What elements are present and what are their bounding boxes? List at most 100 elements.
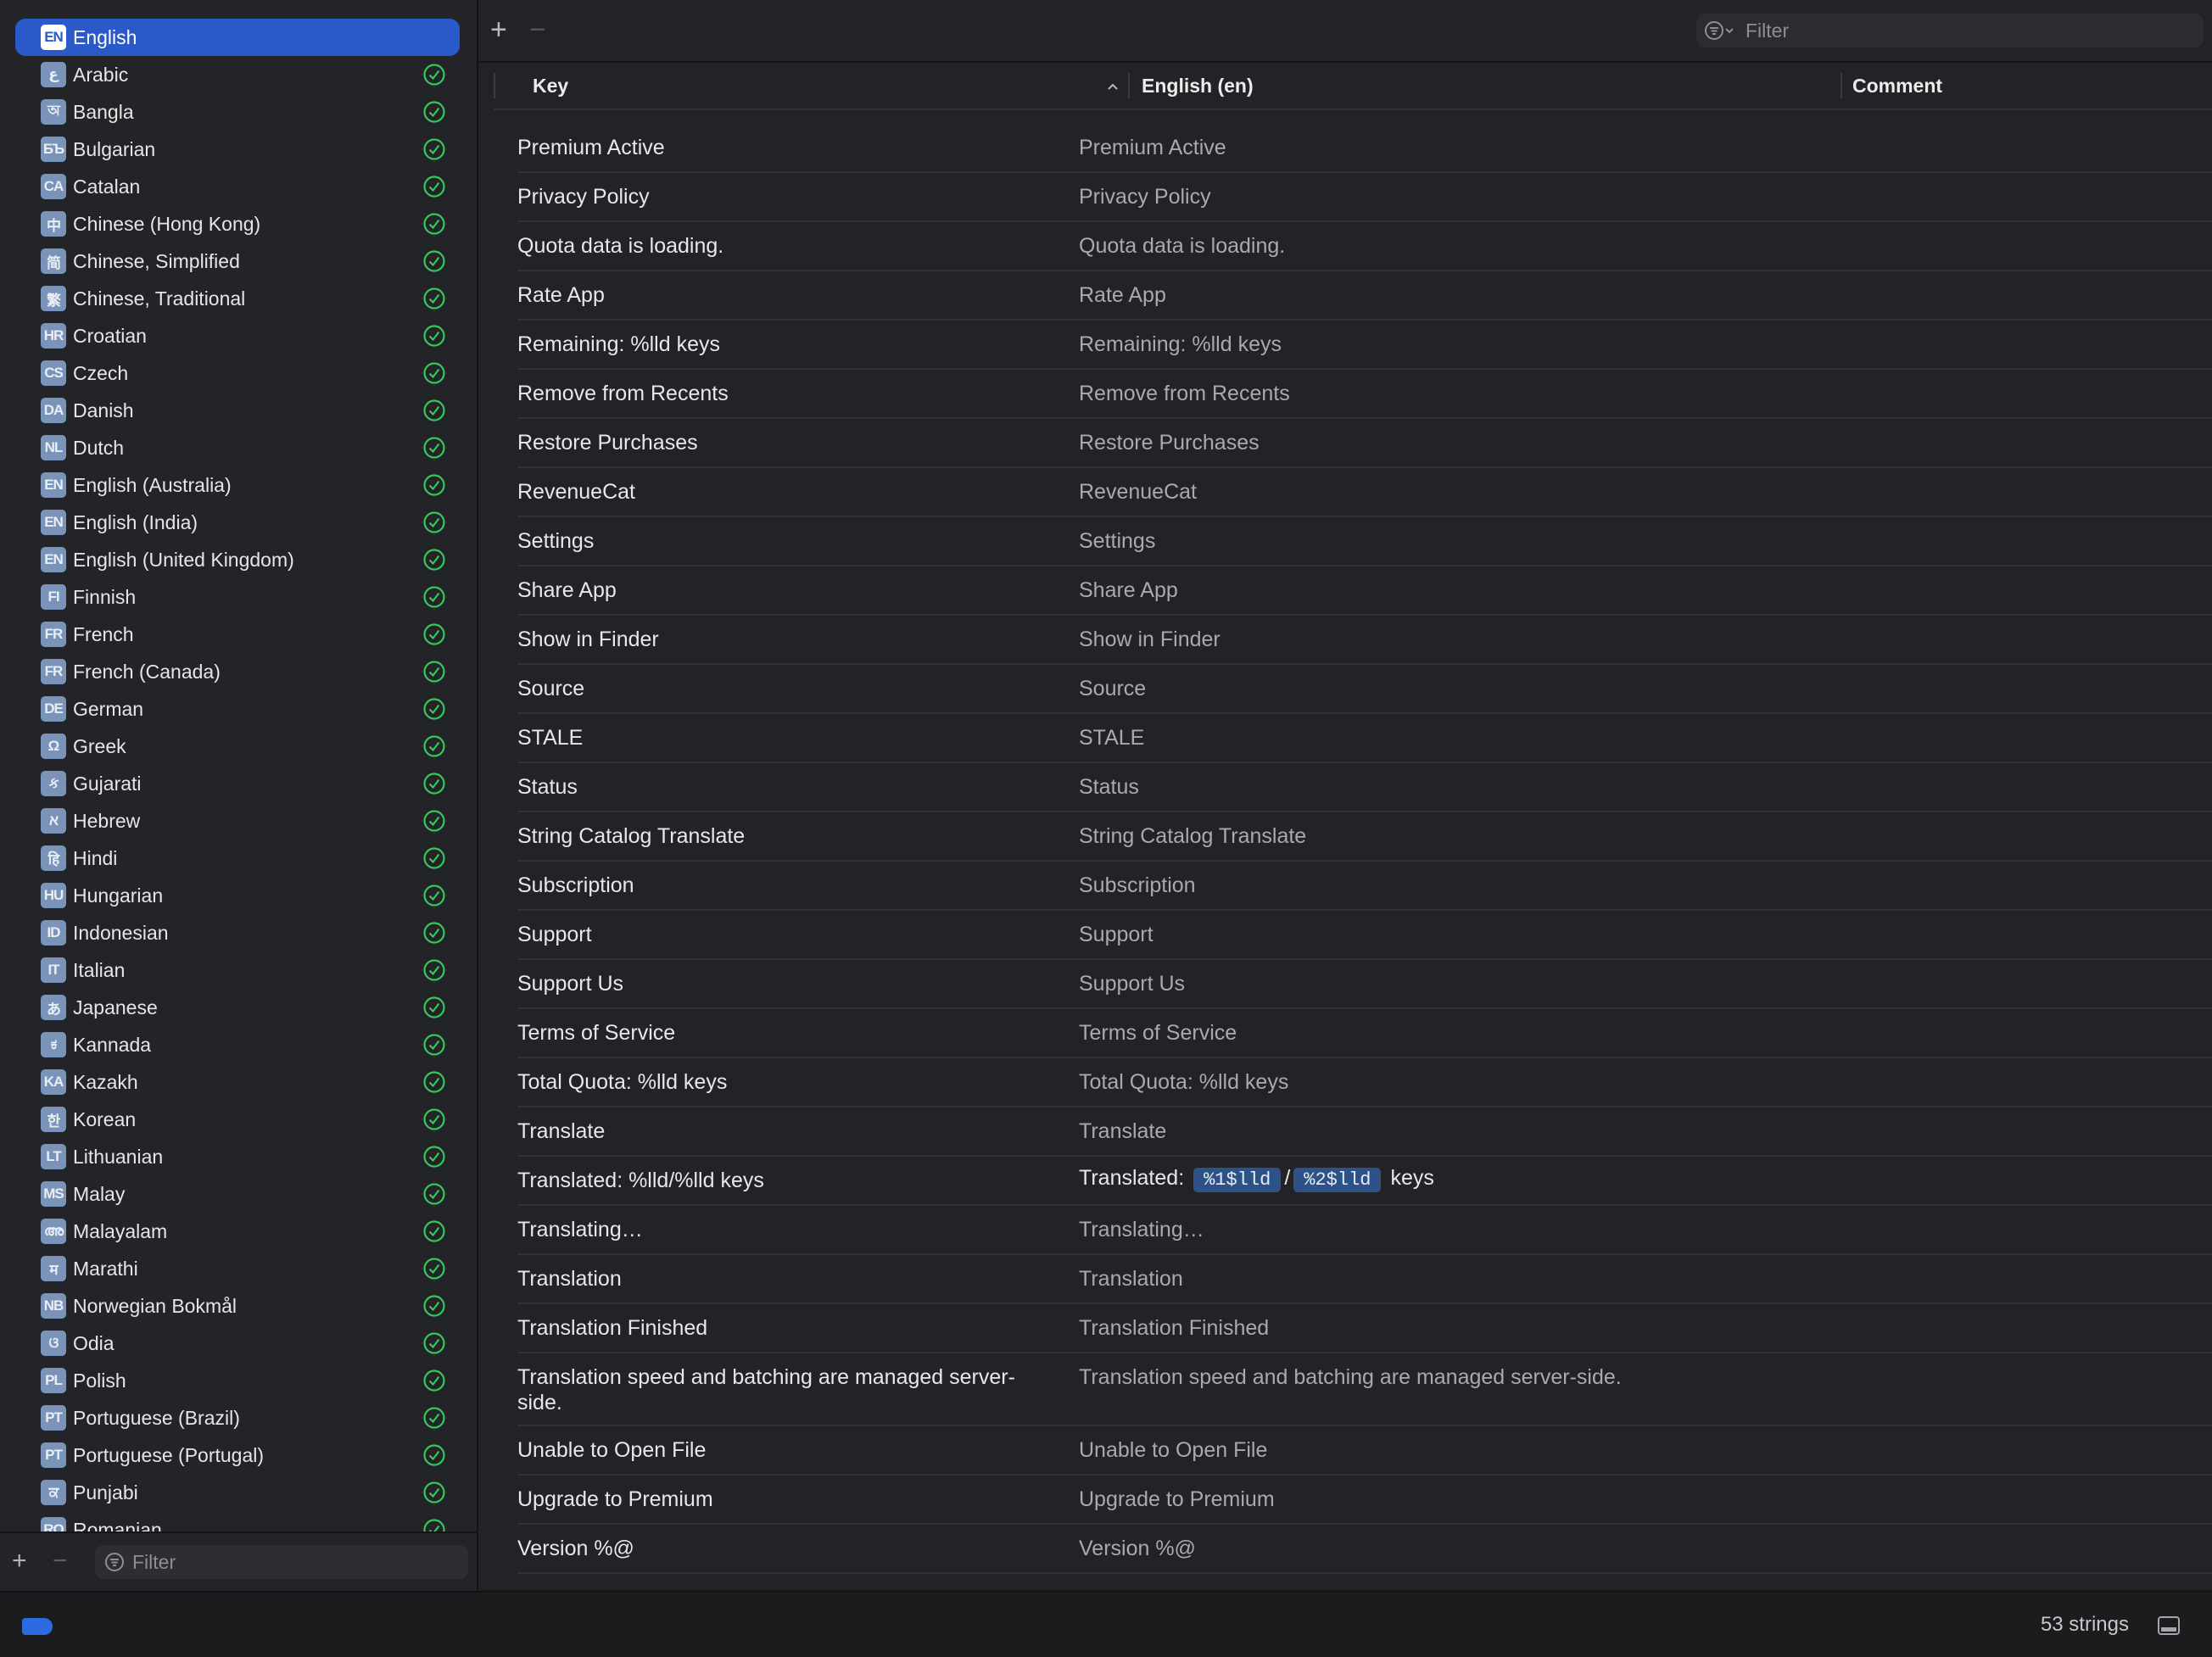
string-translation[interactable]: String Catalog Translate (1079, 824, 1306, 849)
table-row[interactable]: Premium Active Premium Active (517, 124, 2212, 173)
string-translation[interactable]: Restore Purchases (1079, 431, 1260, 455)
language-item[interactable]: LT Lithuanian (15, 1138, 460, 1175)
table-row[interactable]: Translation Translation (517, 1255, 2212, 1304)
language-item[interactable]: ਕ Punjabi (15, 1474, 460, 1511)
table-row[interactable]: Restore Purchases Restore Purchases (517, 419, 2212, 468)
string-translation[interactable]: RevenueCat (1079, 480, 1197, 505)
language-item[interactable]: അ Malayalam (15, 1213, 460, 1250)
language-item[interactable]: 简 Chinese, Simplified (15, 243, 460, 280)
sidebar-filter[interactable] (95, 1545, 468, 1579)
tag-icon[interactable] (22, 1618, 53, 1635)
string-translation[interactable]: Status (1079, 775, 1139, 800)
language-item[interactable]: CS Czech (15, 354, 460, 392)
table-row[interactable]: Translation speed and batching are manag… (517, 1353, 2212, 1426)
table-row[interactable]: Terms of Service Terms of Service (517, 1009, 2212, 1058)
language-item[interactable]: 中 Chinese (Hong Kong) (15, 205, 460, 243)
string-translation[interactable]: Translation (1079, 1267, 1183, 1292)
language-item[interactable]: FI Finnish (15, 578, 460, 616)
string-translation[interactable]: Translation speed and batching are manag… (1079, 1365, 1622, 1390)
table-row[interactable]: Total Quota: %lld keys Total Quota: %lld … (517, 1058, 2212, 1107)
language-item[interactable]: EN English (15, 19, 460, 56)
string-translation[interactable]: Settings (1079, 529, 1155, 554)
add-language-button[interactable]: + (12, 1548, 27, 1574)
table-row[interactable]: Upgrade to Premium Upgrade to Premium (517, 1476, 2212, 1525)
language-item[interactable]: NL Dutch (15, 429, 460, 466)
language-item[interactable]: HU Hungarian (15, 877, 460, 914)
language-item[interactable]: CA Catalan (15, 168, 460, 205)
table-filter[interactable] (1696, 14, 2204, 47)
language-item[interactable]: FR French (Canada) (15, 653, 460, 690)
table-row[interactable]: Support Us Support Us (517, 960, 2212, 1009)
table-row[interactable]: Show in Finder Show in Finder (517, 616, 2212, 665)
string-translation[interactable]: Show in Finder (1079, 628, 1221, 652)
language-item[interactable]: EN English (India) (15, 504, 460, 541)
string-translation[interactable]: Translated: %1$lld / %2$lld keys (1079, 1166, 1434, 1192)
string-translation[interactable]: Unable to Open File (1079, 1438, 1267, 1463)
string-translation[interactable]: Quota data is loading. (1079, 234, 1285, 259)
table-row[interactable]: Privacy Policy Privacy Policy (517, 173, 2212, 222)
string-translation[interactable]: Rate App (1079, 283, 1166, 308)
table-row[interactable]: Translate Translate (517, 1107, 2212, 1157)
language-item[interactable]: অ Bangla (15, 93, 460, 131)
add-string-button[interactable]: + (490, 15, 507, 44)
string-translation[interactable]: Subscription (1079, 873, 1196, 898)
table-row[interactable]: Share App Share App (517, 566, 2212, 616)
table-row[interactable]: Status Status (517, 763, 2212, 812)
table-row[interactable]: String Catalog Translate String Catalog T… (517, 812, 2212, 862)
language-item[interactable]: DE German (15, 690, 460, 728)
string-translation[interactable]: Source (1079, 677, 1146, 701)
language-item[interactable]: 한 Korean (15, 1101, 460, 1138)
sidebar-filter-input[interactable] (131, 1549, 388, 1575)
language-item[interactable]: あ Japanese (15, 989, 460, 1026)
table-row[interactable]: Subscription Subscription (517, 862, 2212, 911)
remove-string-button[interactable]: − (529, 15, 546, 44)
table-row[interactable]: Unable to Open File Unable to Open File (517, 1426, 2212, 1476)
string-translation[interactable]: Support (1079, 923, 1153, 947)
column-header-key[interactable]: Key (533, 75, 568, 98)
language-item[interactable]: NB Norwegian Bokmål (15, 1287, 460, 1325)
table-row[interactable]: RevenueCat RevenueCat (517, 468, 2212, 517)
remove-language-button[interactable]: − (53, 1548, 68, 1574)
table-row[interactable]: Quota data is loading. Quota data is load… (517, 222, 2212, 271)
table-row[interactable]: Settings Settings (517, 517, 2212, 566)
string-translation[interactable]: Version %@ (1079, 1537, 1196, 1561)
filter-options-icon[interactable] (1703, 20, 1740, 42)
language-item[interactable]: 繁 Chinese, Traditional (15, 280, 460, 317)
language-item[interactable]: ع Arabic (15, 56, 460, 93)
language-item[interactable]: ક Gujarati (15, 765, 460, 802)
language-item[interactable]: RO Romanian (15, 1511, 460, 1531)
table-row[interactable]: Version %@ Version %@ (517, 1525, 2212, 1574)
table-row[interactable]: Translation Finished Translation Finished (517, 1304, 2212, 1353)
language-item[interactable]: ID Indonesian (15, 914, 460, 951)
sort-ascending-icon[interactable] (1106, 81, 1120, 92)
language-item[interactable]: EN English (United Kingdom) (15, 541, 460, 578)
language-item[interactable]: HR Croatian (15, 317, 460, 354)
language-item[interactable]: म Marathi (15, 1250, 460, 1287)
language-item[interactable]: Ω Greek (15, 728, 460, 765)
language-item[interactable]: א Hebrew (15, 802, 460, 840)
table-row[interactable]: Source Source (517, 665, 2212, 714)
column-header-comment[interactable]: Comment (1852, 75, 1942, 98)
language-item[interactable]: हि Hindi (15, 840, 460, 877)
string-translation[interactable]: Share App (1079, 578, 1178, 603)
language-item[interactable]: DA Danish (15, 392, 460, 429)
string-translation[interactable]: Total Quota: %lld keys (1079, 1070, 1288, 1095)
inspector-toggle-icon[interactable] (2158, 1616, 2180, 1635)
language-item[interactable]: IT Italian (15, 951, 460, 989)
language-item[interactable]: PT Portuguese (Brazil) (15, 1399, 460, 1437)
language-item[interactable]: EN English (Australia) (15, 466, 460, 504)
string-translation[interactable]: Remaining: %lld keys (1079, 332, 1282, 357)
string-translation[interactable]: Premium Active (1079, 136, 1226, 160)
string-translation[interactable]: Remove from Recents (1079, 382, 1290, 406)
language-item[interactable]: БЪ Bulgarian (15, 131, 460, 168)
table-row[interactable]: Remaining: %lld keys Remaining: %lld keys (517, 321, 2212, 370)
string-translation[interactable]: Translate (1079, 1119, 1166, 1144)
language-item[interactable]: ଓ Odia (15, 1325, 460, 1362)
string-translation[interactable]: Upgrade to Premium (1079, 1487, 1275, 1512)
language-item[interactable]: ಕ Kannada (15, 1026, 460, 1063)
language-item[interactable]: MS Malay (15, 1175, 460, 1213)
table-row[interactable]: Support Support (517, 911, 2212, 960)
language-item[interactable]: KA Kazakh (15, 1063, 460, 1101)
column-header-language[interactable]: English (en) (1142, 75, 1254, 98)
string-translation[interactable]: Terms of Service (1079, 1021, 1237, 1046)
